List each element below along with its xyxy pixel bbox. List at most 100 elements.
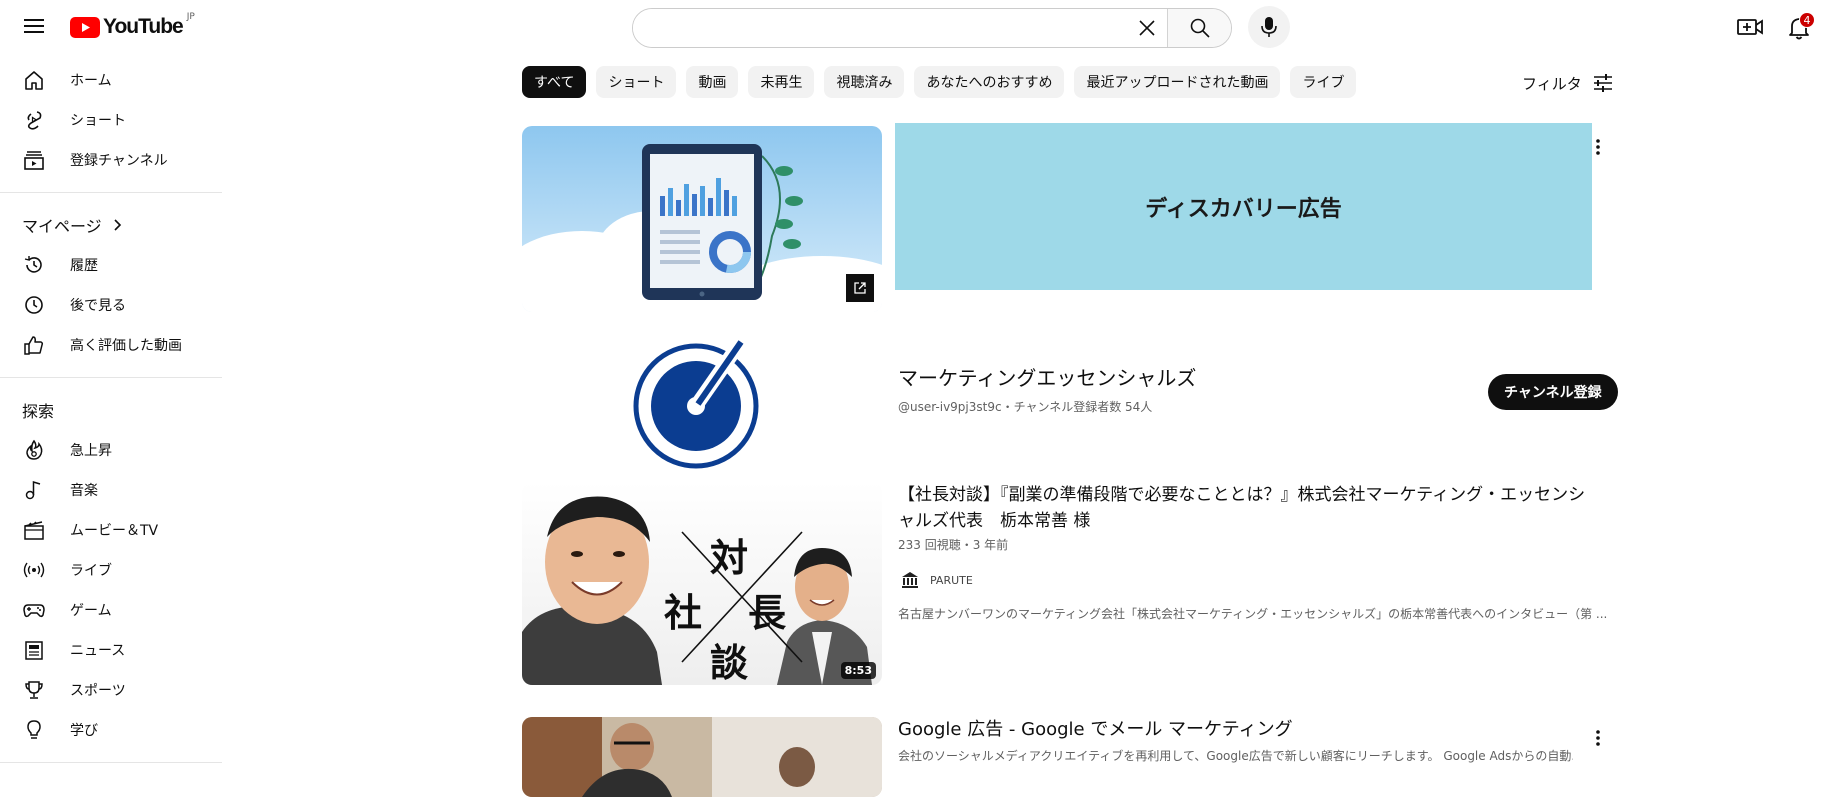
- sidebar-item-label: 音楽: [70, 483, 98, 499]
- search-input[interactable]: [633, 9, 1127, 47]
- youtube-logo[interactable]: YouTube JP: [70, 12, 195, 40]
- channel-name[interactable]: マーケティングエッセンシャルズ: [898, 362, 1196, 391]
- sidebar-item-music[interactable]: 音楽: [0, 470, 222, 510]
- video-title[interactable]: Google 広告 - Google でメール マーケティング: [898, 717, 1293, 743]
- sidebar-item-movies-tv[interactable]: ムービー＆TV: [0, 510, 222, 550]
- create-video-icon: [1737, 19, 1763, 35]
- lightbulb-icon: [22, 718, 46, 742]
- thumbs-up-icon: [22, 333, 46, 357]
- sidebar: ホーム ショート 登録チャンネル マイページ 履歴 後で見る 高く評価した動画: [0, 60, 222, 775]
- home-icon: [22, 68, 46, 92]
- mypage-title: マイページ: [22, 217, 102, 236]
- chip-all[interactable]: すべて: [522, 66, 587, 98]
- live-icon: [22, 558, 46, 582]
- logo-text: YouTube: [103, 15, 184, 38]
- close-icon: [1139, 20, 1155, 36]
- sidebar-item-live[interactable]: ライブ: [0, 550, 222, 590]
- sidebar-divider: [0, 192, 222, 193]
- search-button[interactable]: [1167, 9, 1231, 47]
- thumb-char-left: 社: [664, 590, 703, 635]
- video-thumbnail[interactable]: 対 社 長 談 8:53: [522, 482, 882, 685]
- sidebar-item-label: 登録チャンネル: [70, 153, 168, 169]
- channel-logo-icon: [633, 336, 759, 469]
- video-title[interactable]: 【社長対談】『副業の準備段階で必要なこととは？』株式会社マーケティング・エッセン…: [898, 482, 1598, 534]
- open-external-button[interactable]: [846, 274, 874, 302]
- voice-search-button[interactable]: [1248, 6, 1290, 48]
- filter-chips-bar: すべて ショート 動画 未再生 視聴済み あなたへのおすすめ 最近アップロードさ…: [522, 66, 1366, 98]
- office-thumbnail-image: [522, 717, 882, 797]
- chevron-right-icon: [114, 219, 121, 231]
- clear-search-button[interactable]: [1127, 9, 1167, 47]
- sidebar-item-label: 履歴: [70, 258, 98, 274]
- ad-thumbnail[interactable]: [522, 126, 882, 312]
- explore-title: 探索: [22, 402, 55, 421]
- sidebar-item-label: 学び: [70, 723, 98, 739]
- external-link-icon: [854, 282, 866, 294]
- ad-banner-text: ディスカバリー広告: [1145, 196, 1342, 222]
- sidebar-divider: [0, 377, 222, 378]
- movie-icon: [22, 518, 46, 542]
- history-icon: [22, 253, 46, 277]
- video-description: 名古屋ナンバーワンのマーケティング会社「株式会社マーケティング・エッセンシャルズ…: [898, 607, 1608, 621]
- sidebar-item-label: ゲーム: [70, 603, 112, 619]
- sidebar-item-sports[interactable]: スポーツ: [0, 670, 222, 710]
- sidebar-item-learning[interactable]: 学び: [0, 710, 222, 750]
- filter-button[interactable]: フィルタ: [1522, 68, 1614, 98]
- video-channel-name: PARUTE: [930, 573, 973, 587]
- sidebar-mypage-header[interactable]: マイページ: [0, 205, 222, 245]
- filter-sliders-icon: [1593, 74, 1612, 92]
- menu-button[interactable]: [20, 14, 48, 38]
- sidebar-item-liked-videos[interactable]: 高く評価した動画: [0, 325, 222, 365]
- sidebar-item-label: ニュース: [70, 643, 126, 659]
- channel-avatar-icon: [902, 572, 918, 588]
- chip-watched[interactable]: 視聴済み: [824, 66, 905, 98]
- video-thumbnail[interactable]: [522, 717, 882, 797]
- sidebar-item-trending[interactable]: 急上昇: [0, 430, 222, 470]
- thumb-char-bottom: 談: [710, 640, 749, 685]
- create-button[interactable]: [1736, 14, 1764, 40]
- subscribe-button[interactable]: チャンネル登録: [1488, 374, 1618, 410]
- chip-videos[interactable]: 動画: [686, 66, 739, 98]
- chip-live[interactable]: ライブ: [1290, 66, 1357, 98]
- shorts-icon: [22, 108, 46, 132]
- gaming-icon: [22, 598, 46, 622]
- subscriptions-icon: [22, 148, 46, 172]
- discovery-ad-banner[interactable]: ディスカバリー広告: [895, 123, 1592, 290]
- chip-recommended[interactable]: あなたへのおすすめ: [914, 66, 1065, 98]
- youtube-play-icon: [70, 16, 100, 38]
- video-more-actions-button[interactable]: [1586, 726, 1610, 750]
- news-icon: [22, 638, 46, 662]
- sidebar-item-home[interactable]: ホーム: [0, 60, 222, 100]
- video-meta: 233 回視聴・3 年前: [898, 538, 1009, 552]
- sidebar-item-label: ショート: [70, 113, 126, 129]
- sidebar-item-history[interactable]: 履歴: [0, 245, 222, 285]
- search-icon: [1190, 18, 1210, 38]
- notifications-button[interactable]: 4: [1784, 12, 1815, 42]
- trending-icon: [22, 438, 46, 462]
- chip-shorts[interactable]: ショート: [596, 66, 677, 98]
- kebab-menu-icon: [1596, 139, 1600, 155]
- sidebar-item-shorts[interactable]: ショート: [0, 100, 222, 140]
- chip-recently-uploaded[interactable]: 最近アップロードされた動画: [1074, 66, 1281, 98]
- microphone-icon: [1261, 17, 1277, 37]
- filter-label: フィルタ: [1522, 74, 1582, 93]
- music-icon: [22, 478, 46, 502]
- region-code: JP: [186, 12, 195, 22]
- sidebar-item-subscriptions[interactable]: 登録チャンネル: [0, 140, 222, 180]
- trophy-icon: [22, 678, 46, 702]
- ad-tablet-illustration: [522, 126, 882, 312]
- video-channel-link[interactable]: PARUTE: [898, 568, 973, 592]
- sidebar-item-label: 急上昇: [70, 443, 112, 459]
- sidebar-item-news[interactable]: ニュース: [0, 630, 222, 670]
- sidebar-item-label: ホーム: [70, 73, 112, 89]
- sidebar-item-label: 高く評価した動画: [70, 338, 182, 354]
- chip-unwatched[interactable]: 未再生: [748, 66, 815, 98]
- kebab-menu-icon: [1596, 730, 1600, 746]
- ad-more-actions-button[interactable]: [1586, 135, 1610, 159]
- thumb-char-top: 対: [710, 535, 749, 580]
- channel-avatar[interactable]: [622, 336, 770, 472]
- sidebar-item-label: スポーツ: [70, 683, 126, 699]
- sidebar-item-gaming[interactable]: ゲーム: [0, 590, 222, 630]
- sidebar-item-watch-later[interactable]: 後で見る: [0, 285, 222, 325]
- watch-later-icon: [22, 293, 46, 317]
